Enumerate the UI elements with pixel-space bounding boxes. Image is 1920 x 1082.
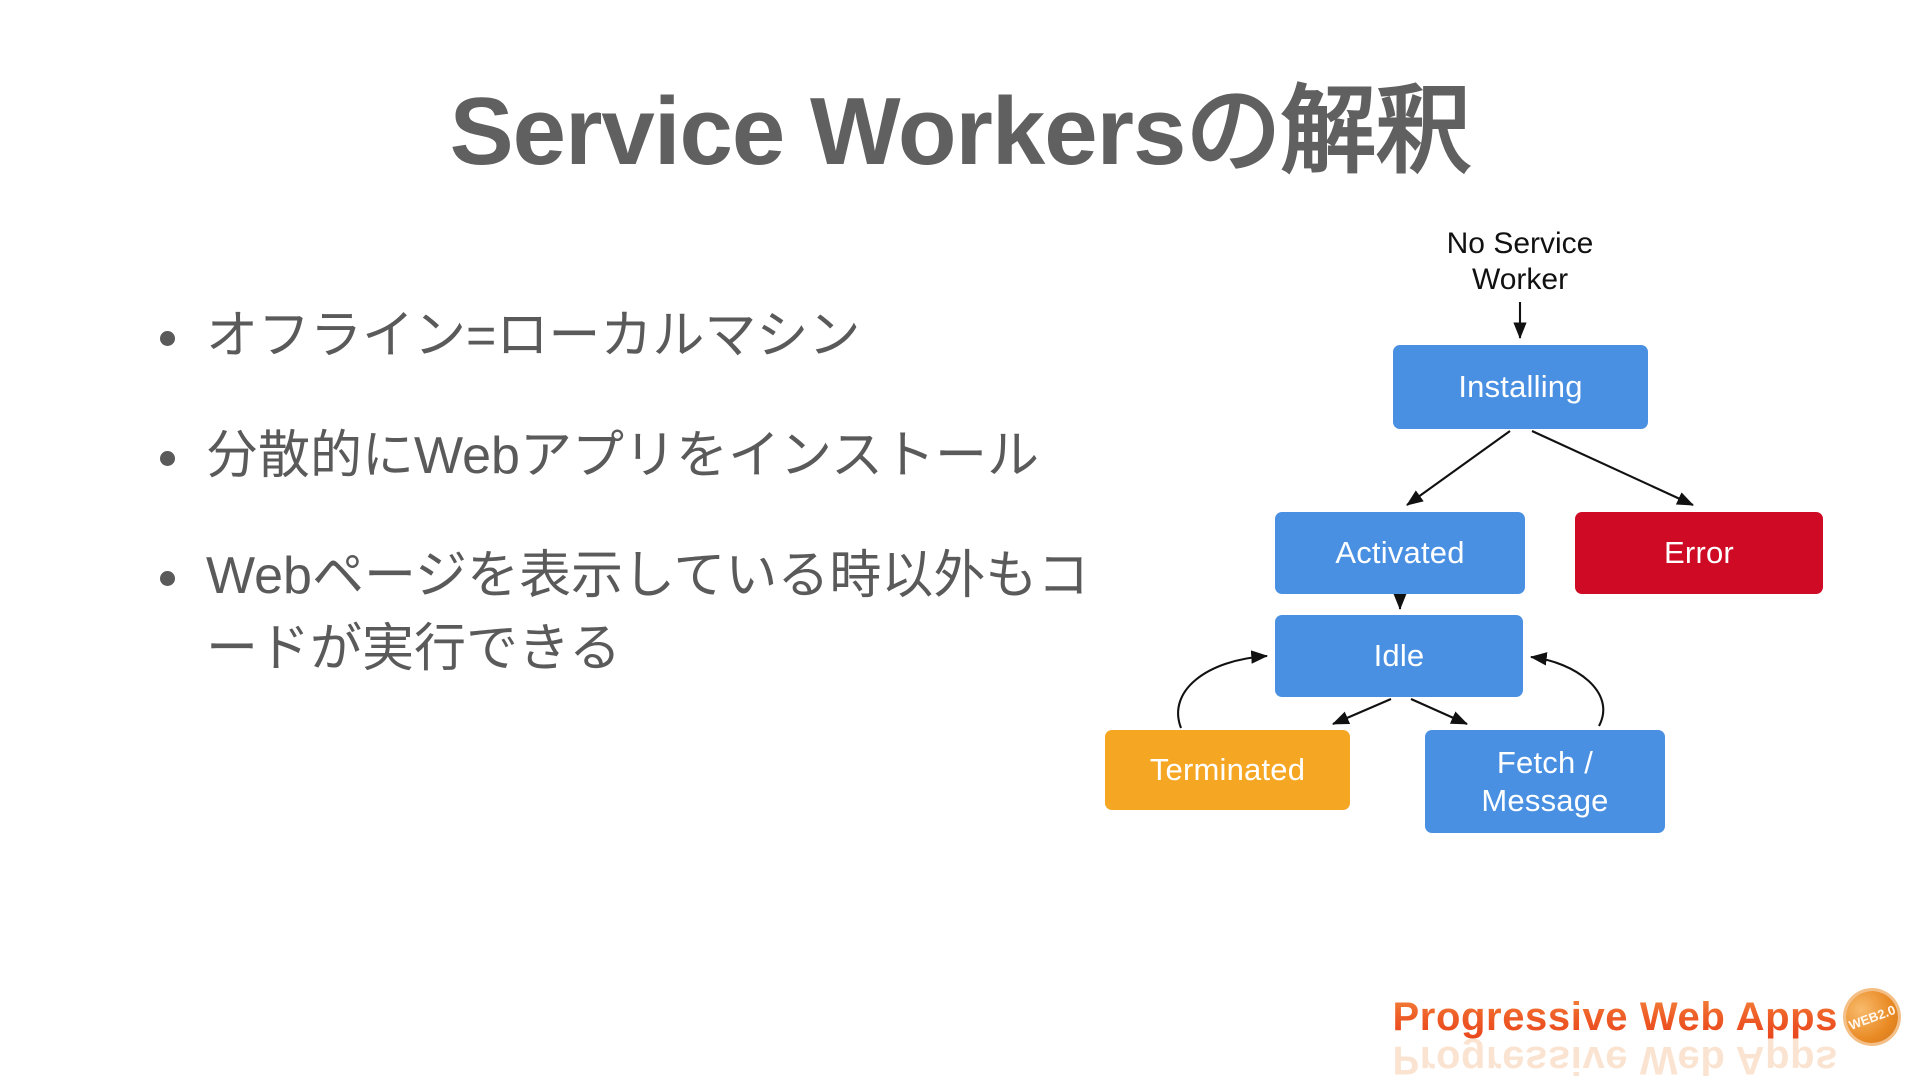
node-fetch-message-label: Fetch / Message <box>1481 745 1609 818</box>
node-error[interactable]: Error <box>1575 512 1823 594</box>
edge-terminated-to-idle <box>1177 650 1269 729</box>
node-installing-label: Installing <box>1458 369 1583 405</box>
bullet-text: オフライン=ローカルマシン <box>206 307 861 365</box>
list-item: オフライン=ローカルマシン <box>150 300 1100 374</box>
logo-text: Progressive Web Apps <box>1392 994 1838 1039</box>
entry-state-label: No Service Worker <box>1446 227 1594 296</box>
logo-wrap: Progressive Web Apps Progressive Web App… <box>1392 983 1906 1082</box>
page-title: Service Workersの解釈 <box>449 78 1472 185</box>
bullet-dot-icon <box>160 451 175 467</box>
node-installing[interactable]: Installing <box>1393 345 1648 429</box>
node-activated-label: Activated <box>1335 535 1465 571</box>
node-activated[interactable]: Activated <box>1275 512 1525 594</box>
node-terminated[interactable]: Terminated <box>1105 730 1350 810</box>
edge-installing-to-error <box>1531 430 1694 506</box>
bullet-list: オフライン=ローカルマシン 分散的にWebアプリをインストール Webページを表… <box>150 300 1100 733</box>
edge-fetch-to-idle <box>1529 652 1605 727</box>
service-worker-lifecycle-diagram: No Service Worker Installing Activated Er… <box>1095 227 1835 940</box>
node-terminated-label: Terminated <box>1149 752 1306 788</box>
edge-installing-to-activated <box>1406 430 1511 506</box>
logo-reflection: Progressive Web Apps <box>1392 1038 1838 1082</box>
edge-idle-to-terminated <box>1332 698 1392 725</box>
list-item: 分散的にWebアプリをインストール <box>150 420 1100 494</box>
web2-badge-icon: WEB2.0 <box>1838 983 1906 1051</box>
bullet-dot-icon <box>160 570 175 586</box>
bullet-text: Webページを表示している時以外もコードが実行できる <box>206 546 1090 679</box>
progressive-web-apps-logo: Progressive Web Apps Progressive Web App… <box>1392 972 1906 1082</box>
node-error-label: Error <box>1664 535 1734 571</box>
list-item: Webページを表示している時以外もコードが実行できる <box>150 540 1100 688</box>
bullet-dot-icon <box>160 331 175 347</box>
node-idle-label: Idle <box>1373 638 1425 674</box>
node-fetch-message[interactable]: Fetch / Message <box>1425 730 1665 833</box>
edge-idle-to-fetch <box>1410 698 1468 725</box>
node-idle[interactable]: Idle <box>1275 615 1523 697</box>
bullet-text: 分散的にWebアプリをインストール <box>206 426 1039 485</box>
